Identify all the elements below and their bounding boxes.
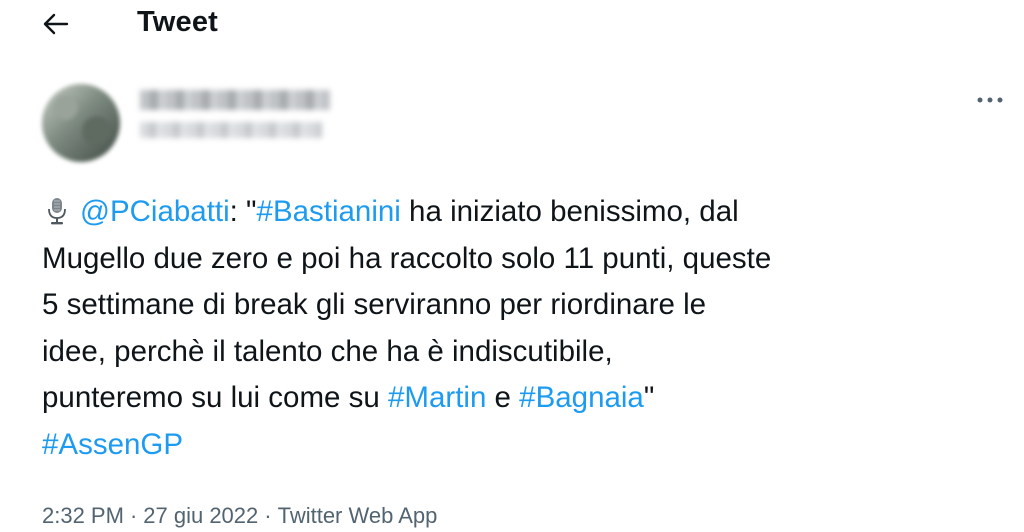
tweet-text-segment: punteremo su lui come su (42, 381, 388, 414)
microphone-icon (48, 198, 66, 225)
meta-separator: · (264, 503, 272, 528)
tweet-line: #AssenGP (42, 422, 1017, 469)
more-options-button[interactable] (972, 88, 1008, 112)
tweet-time[interactable]: 2:32 PM (42, 503, 124, 528)
tweet-text: @PCiabatti: "#Bastianini ha iniziato ben… (42, 189, 1017, 468)
tweet-text-segment: : " (229, 195, 257, 228)
hashtag-link[interactable]: #Bagnaia (519, 381, 644, 414)
top-bar: Tweet (0, 0, 1024, 52)
tweet-text-segment: ha iniziato benissimo, dal (400, 195, 739, 228)
tweet-text-segment: " (643, 381, 655, 414)
back-button[interactable] (36, 4, 76, 44)
tweet-line: punteremo su lui come su #Martin e #Bagn… (42, 375, 1017, 422)
tweet-line: Mugello due zero e poi ha raccolto solo … (42, 241, 772, 275)
tweet-source-app[interactable]: Twitter Web App (278, 503, 438, 528)
hashtag-link[interactable]: #AssenGP (42, 428, 183, 461)
author-display-name[interactable] (140, 90, 330, 110)
tweet-line: idee, perchè il talento che ha è indiscu… (42, 334, 613, 368)
page-title: Tweet (137, 6, 219, 38)
tweet-text-segment: e (486, 381, 520, 414)
tweet-meta: 2:32 PM · 27 giu 2022 · Twitter Web App (42, 503, 437, 529)
more-horizontal-icon (977, 97, 1003, 103)
avatar[interactable] (42, 84, 120, 162)
author-handle[interactable] (140, 122, 322, 138)
hashtag-link[interactable]: #Bastianini (257, 195, 401, 228)
tweet-line: @PCiabatti: "#Bastianini ha iniziato ben… (42, 189, 1017, 236)
tweet-line: 5 settimane di break gli serviranno per … (42, 288, 707, 321)
arrow-left-icon (43, 13, 69, 35)
tweet-date[interactable]: 27 giu 2022 (143, 503, 258, 528)
meta-separator: · (129, 503, 138, 528)
mention-link[interactable]: @PCiabatti (80, 195, 230, 228)
hashtag-link[interactable]: #Martin (388, 381, 486, 414)
